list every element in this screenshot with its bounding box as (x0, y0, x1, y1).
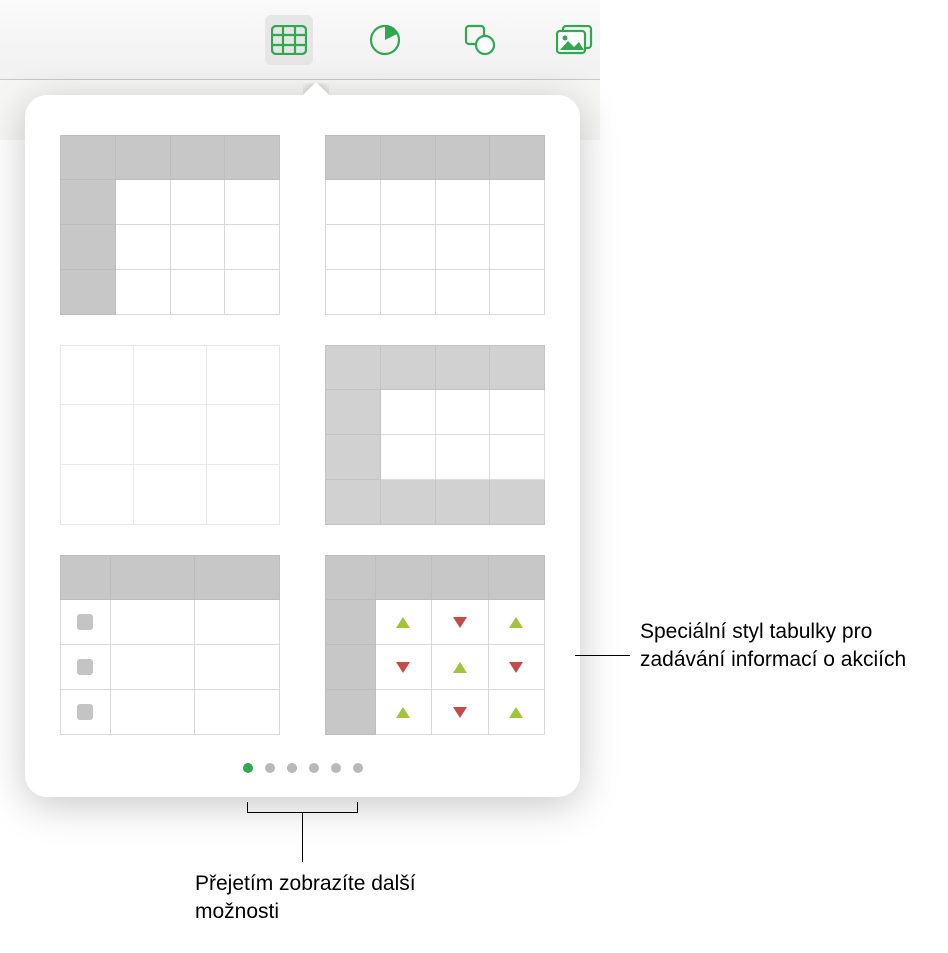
media-icon (556, 25, 596, 55)
page-dot[interactable] (309, 763, 319, 773)
popover-arrow (303, 83, 329, 96)
page-dot[interactable] (331, 763, 341, 773)
callout-leader (357, 802, 358, 812)
triangle-down-icon (453, 707, 467, 718)
table-styles-grid (60, 135, 545, 735)
checkbox-icon (77, 614, 93, 630)
page-indicator[interactable] (60, 763, 545, 773)
table-icon (271, 25, 307, 55)
table-style-header-footer[interactable] (325, 345, 545, 525)
table-styles-popover (25, 95, 580, 797)
triangle-up-icon (509, 617, 523, 628)
triangle-down-icon (453, 617, 467, 628)
chart-icon (368, 23, 402, 57)
table-style-stock[interactable] (325, 555, 545, 735)
triangle-up-icon (396, 707, 410, 718)
triangle-up-icon (509, 707, 523, 718)
callout-leader (575, 655, 630, 656)
callout-leader (247, 802, 248, 812)
table-style-header-row-col[interactable] (60, 135, 280, 315)
insert-media-button[interactable] (552, 15, 600, 65)
callout-leader (302, 812, 303, 862)
table-style-checklist[interactable] (60, 555, 280, 735)
page-dot[interactable] (243, 763, 253, 773)
triangle-up-icon (396, 617, 410, 628)
triangle-down-icon (509, 662, 523, 673)
insert-table-button[interactable] (265, 15, 313, 65)
table-style-header-row[interactable] (325, 135, 545, 315)
triangle-down-icon (396, 662, 410, 673)
insert-shape-button[interactable] (457, 15, 505, 65)
shape-icon (463, 23, 497, 57)
page-dot[interactable] (265, 763, 275, 773)
triangle-up-icon (453, 662, 467, 673)
table-style-plain[interactable] (60, 345, 280, 525)
page-dot[interactable] (353, 763, 363, 773)
insert-chart-button[interactable] (361, 15, 409, 65)
checkbox-icon (77, 704, 93, 720)
toolbar (0, 0, 600, 80)
page-dot[interactable] (287, 763, 297, 773)
checkbox-icon (77, 659, 93, 675)
callout-swipe-hint: Přejetím zobrazíte další možnosti (195, 870, 455, 927)
callout-stock-style: Speciální styl tabulky pro zadávání info… (640, 618, 940, 675)
